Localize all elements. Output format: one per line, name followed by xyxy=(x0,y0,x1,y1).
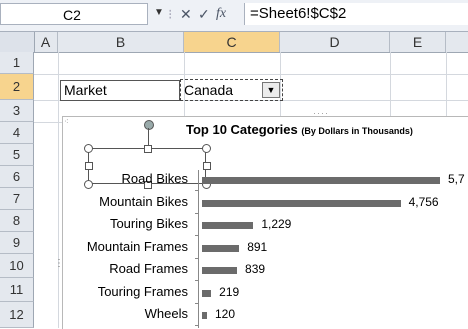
axis-tick xyxy=(195,280,199,281)
category-label: Mountain Frames xyxy=(86,238,188,254)
formula-bar: C2 ▼ ⁝ ✕ ✓ fx =Sheet6!$C$2 xyxy=(0,0,468,32)
chart-bar[interactable] xyxy=(202,267,238,274)
row-header-1[interactable]: 1 xyxy=(0,52,34,74)
chart-resize-handle[interactable]: ···· xyxy=(313,108,329,118)
axis-tick xyxy=(195,235,199,236)
category-label: Road Bikes xyxy=(121,171,188,186)
axis-tick xyxy=(195,302,199,304)
axis-tick xyxy=(195,257,199,259)
data-label: 120 xyxy=(215,307,236,321)
formula-input[interactable]: =Sheet6!$C$2 xyxy=(244,3,468,25)
data-label: 4,756 xyxy=(408,194,439,209)
axis-tick xyxy=(195,325,199,326)
chart-bar[interactable] xyxy=(202,289,212,297)
data-label: 219 xyxy=(219,284,240,299)
rotate-handle[interactable] xyxy=(144,120,154,130)
data-label: 891 xyxy=(247,239,268,254)
chart-title: Top 10 Categories (By Dollars in Thousan… xyxy=(186,122,413,137)
row-header-9[interactable]: 9 xyxy=(0,232,34,254)
resize-handle[interactable] xyxy=(84,144,93,153)
category-label: Road Frames xyxy=(109,261,188,276)
category-label: Wheels xyxy=(144,306,188,321)
column-header-c[interactable]: C xyxy=(184,32,280,52)
row-header-2[interactable]: 2 xyxy=(0,74,34,100)
chart-bar[interactable] xyxy=(202,199,401,207)
grid-line xyxy=(34,74,468,75)
select-all-corner[interactable] xyxy=(0,32,35,52)
column-header-e[interactable]: E xyxy=(390,32,446,52)
chart-bar[interactable] xyxy=(202,177,440,184)
column-header-a[interactable]: A xyxy=(34,32,58,52)
chart-bar[interactable] xyxy=(202,312,207,319)
row-header-10[interactable]: 10 xyxy=(0,254,34,278)
row-header-7[interactable]: 7 xyxy=(0,188,34,210)
market-value: Canada xyxy=(184,82,234,98)
category-label: Touring Bikes xyxy=(109,216,188,231)
data-label: 5,7 xyxy=(448,172,465,186)
row-header-12[interactable]: 12 xyxy=(0,302,34,328)
confirm-icon[interactable]: ✓ xyxy=(198,6,210,23)
chart-bar[interactable] xyxy=(202,244,240,252)
row-header-6[interactable]: 6 xyxy=(0,166,34,188)
row-header-4[interactable]: 4 xyxy=(0,122,34,144)
axis-tick xyxy=(195,190,199,191)
cancel-icon[interactable]: ✕ xyxy=(180,6,192,23)
name-box[interactable]: C2 xyxy=(0,3,148,25)
resize-handle[interactable] xyxy=(202,144,211,153)
chart-bar[interactable] xyxy=(202,222,254,229)
resize-handle[interactable] xyxy=(85,162,93,170)
grid-line xyxy=(390,52,391,116)
row-header-8[interactable]: 8 xyxy=(0,210,34,232)
data-label: 839 xyxy=(245,262,266,276)
separator-icon: ⁝ xyxy=(168,6,173,22)
insert-function-icon[interactable]: fx xyxy=(216,6,226,22)
column-header-b[interactable]: B xyxy=(58,32,184,52)
row-header-11[interactable]: 11 xyxy=(0,278,34,302)
resize-handle[interactable] xyxy=(203,162,211,170)
column-header-d[interactable]: D xyxy=(280,32,390,52)
column-header-f[interactable] xyxy=(446,32,468,52)
axis-tick xyxy=(195,212,199,214)
category-label: Mountain Bikes xyxy=(99,193,188,209)
data-label: 1,229 xyxy=(261,217,292,231)
grid-line xyxy=(446,52,447,116)
column-header-row: A B C D E xyxy=(0,32,468,53)
chart-corner-handle[interactable]: ⁖ xyxy=(64,117,69,126)
formula-buttons: ⁝ ✕ ✓ fx xyxy=(166,3,248,25)
chart-category-axis xyxy=(198,170,199,328)
name-box-dropdown-icon[interactable]: ▼ xyxy=(154,7,164,18)
category-label: Touring Frames xyxy=(97,283,188,299)
market-label: Market xyxy=(64,82,107,98)
row-header-5[interactable]: 5 xyxy=(0,144,34,166)
filter-dropdown-icon[interactable]: ▼ xyxy=(262,82,280,98)
chart-title-main: Top 10 Categories xyxy=(186,122,298,137)
chart-title-subtitle: (By Dollars in Thousands) xyxy=(301,126,413,136)
resize-handle[interactable] xyxy=(144,145,152,153)
row-header-3[interactable]: 3 xyxy=(0,100,34,122)
